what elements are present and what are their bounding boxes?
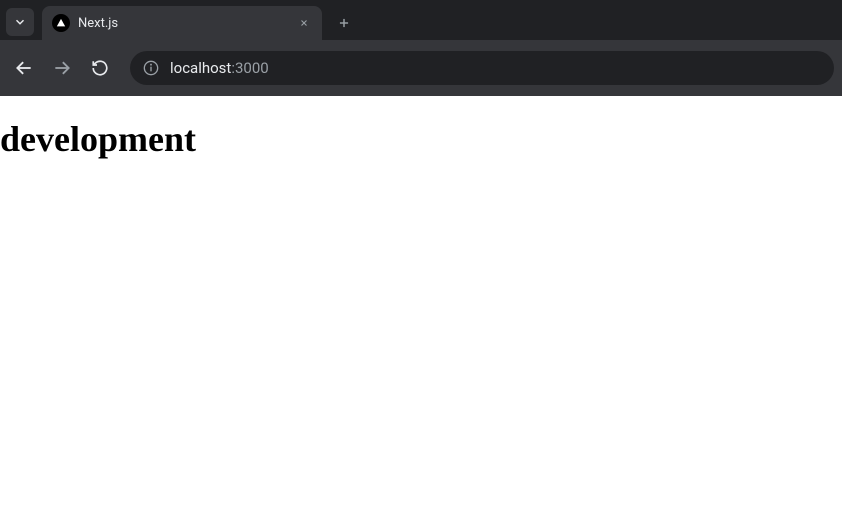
browser-toolbar: localhost:3000: [0, 40, 842, 96]
page-content: development: [0, 96, 842, 160]
url-port: :3000: [231, 59, 268, 77]
close-icon: [299, 18, 309, 28]
reload-icon: [91, 59, 109, 77]
tab-favicon: [52, 14, 70, 32]
info-icon: [143, 60, 159, 76]
address-bar[interactable]: localhost:3000: [130, 51, 834, 85]
forward-button[interactable]: [46, 52, 78, 84]
arrow-left-icon: [14, 58, 34, 78]
reload-button[interactable]: [84, 52, 116, 84]
url-text: localhost:3000: [170, 59, 269, 77]
search-tabs-button[interactable]: [6, 8, 34, 36]
url-host: localhost: [170, 59, 231, 77]
chevron-down-icon: [13, 15, 27, 29]
page-heading: development: [0, 118, 842, 160]
arrow-right-icon: [52, 58, 72, 78]
tab-close-button[interactable]: [296, 15, 312, 31]
tab-bar: Next.js: [0, 0, 842, 40]
new-tab-button[interactable]: [330, 9, 358, 37]
browser-chrome: Next.js: [0, 0, 842, 96]
back-button[interactable]: [8, 52, 40, 84]
tab-title: Next.js: [78, 16, 288, 31]
browser-tab[interactable]: Next.js: [42, 6, 322, 40]
nextjs-icon: [56, 18, 66, 28]
site-info-button[interactable]: [142, 59, 160, 77]
plus-icon: [337, 16, 351, 30]
